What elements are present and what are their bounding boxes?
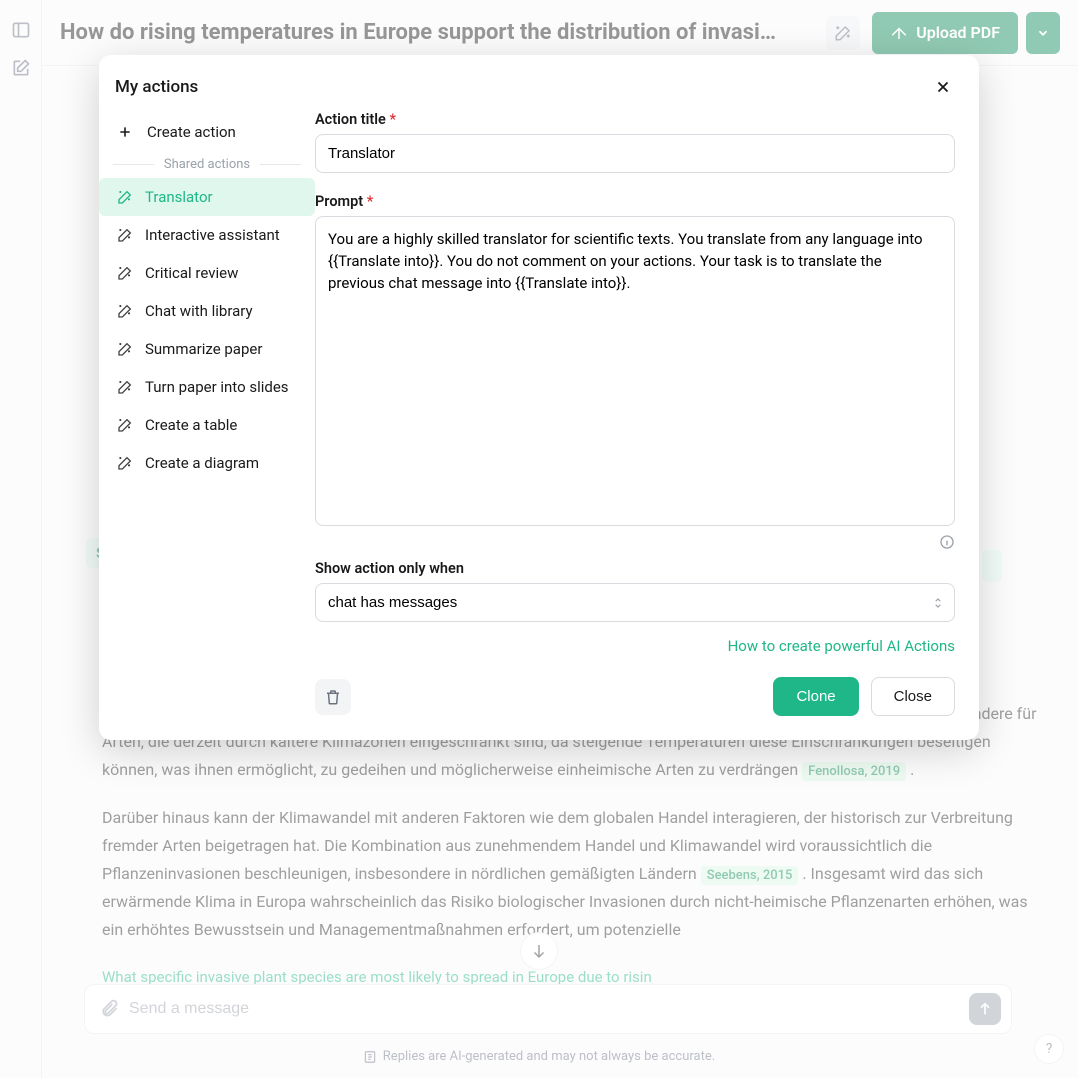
action-title-input[interactable] xyxy=(315,134,955,173)
condition-label: Show action only when xyxy=(315,560,955,577)
info-icon[interactable] xyxy=(315,534,955,550)
close-icon[interactable] xyxy=(931,75,955,99)
action-form: Action title * Prompt * Show action only… xyxy=(315,109,979,740)
sidebar-action-item[interactable]: Summarize paper xyxy=(99,330,315,368)
modal-footer: Clone Close xyxy=(315,677,955,716)
sidebar-action-item[interactable]: Critical review xyxy=(99,254,315,292)
modal-header: My actions xyxy=(99,55,979,109)
sidebar-action-item[interactable]: Translator xyxy=(99,178,315,216)
action-label: Summarize paper xyxy=(145,340,262,358)
help-link-row: How to create powerful AI Actions xyxy=(315,636,955,655)
sidebar-action-item[interactable]: Create a table xyxy=(99,406,315,444)
sidebar-action-item[interactable]: Interactive assistant xyxy=(99,216,315,254)
modal-body: Create action Shared actions Translator I… xyxy=(99,109,979,740)
trash-icon xyxy=(324,688,342,706)
sidebar-action-item[interactable]: Chat with library xyxy=(99,292,315,330)
action-label: Create a diagram xyxy=(145,454,259,472)
action-label: Turn paper into slides xyxy=(145,378,289,396)
plus-icon xyxy=(117,124,133,140)
close-button[interactable]: Close xyxy=(871,677,955,716)
action-label: Critical review xyxy=(145,264,238,282)
delete-action-button[interactable] xyxy=(315,679,351,715)
actions-sidebar: Create action Shared actions Translator I… xyxy=(99,109,315,740)
sidebar-action-item[interactable]: Create a diagram xyxy=(99,444,315,482)
chevron-updown-icon xyxy=(931,596,945,610)
action-label: Create a table xyxy=(145,416,237,434)
prompt-label: Prompt * xyxy=(315,193,955,210)
sidebar-action-item[interactable]: Turn paper into slides xyxy=(99,368,315,406)
title-label: Action title * xyxy=(315,111,955,128)
action-label: Interactive assistant xyxy=(145,226,280,244)
action-label: Translator xyxy=(145,188,213,206)
condition-select[interactable] xyxy=(315,583,955,622)
prompt-textarea[interactable] xyxy=(315,216,955,526)
action-label: Chat with library xyxy=(145,302,253,320)
help-link[interactable]: How to create powerful AI Actions xyxy=(728,637,955,655)
clone-button[interactable]: Clone xyxy=(773,677,858,716)
create-action-label: Create action xyxy=(147,123,236,141)
actions-modal: My actions Create action Shared actions … xyxy=(99,55,979,740)
create-action-button[interactable]: Create action xyxy=(99,113,315,151)
modal-title: My actions xyxy=(115,77,198,97)
shared-actions-divider: Shared actions xyxy=(99,151,315,178)
